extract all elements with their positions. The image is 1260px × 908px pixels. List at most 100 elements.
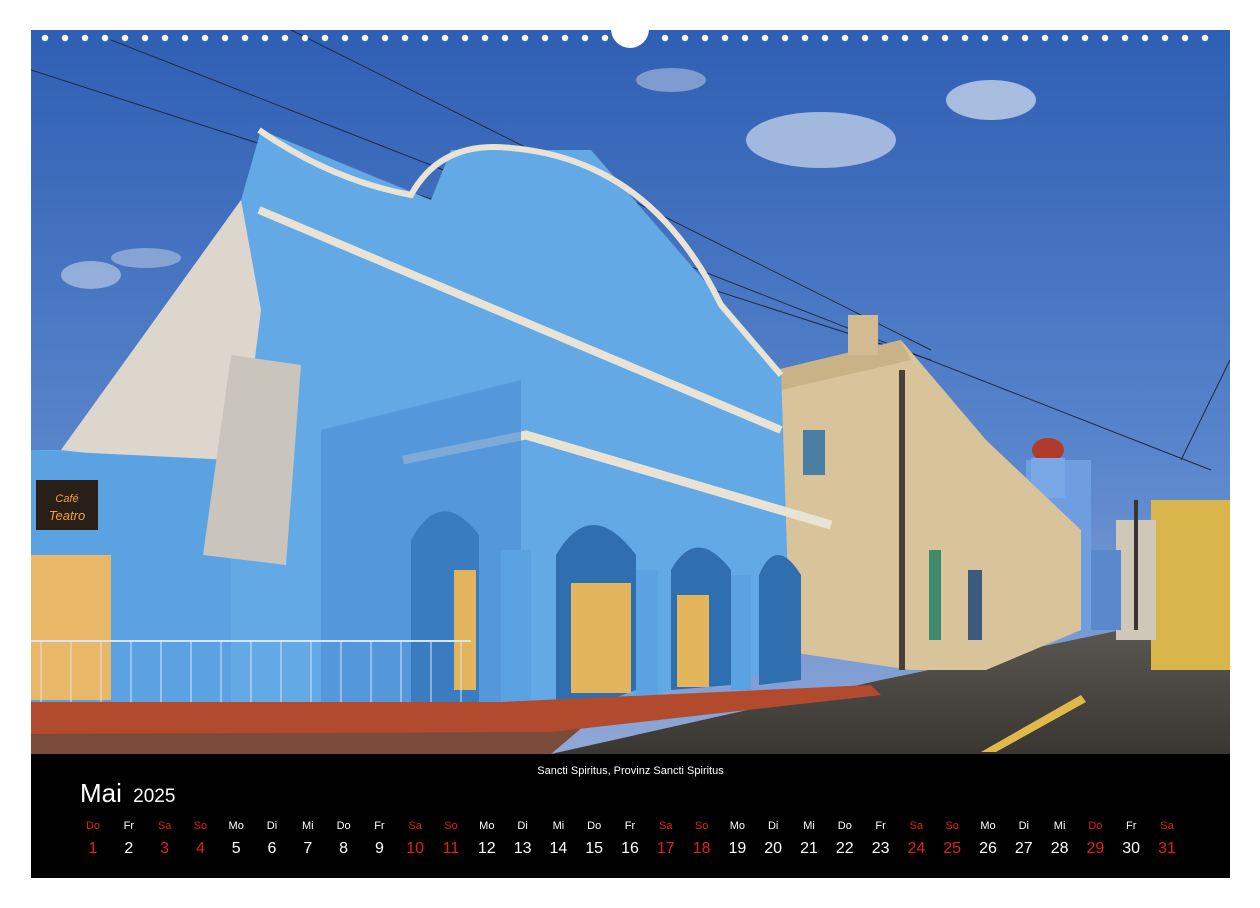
weekday-label: Di [767, 820, 779, 832]
binding-hole [161, 34, 169, 42]
weekday-label: Sa [909, 820, 924, 832]
day-number: 19 [728, 840, 747, 857]
binding-hole [781, 34, 789, 42]
binding-hole [141, 34, 149, 42]
binding-hole [1181, 34, 1189, 42]
day-number: 28 [1050, 840, 1069, 857]
binding-hole [381, 34, 389, 42]
weekday-label: Di [266, 820, 278, 832]
weekday-label: Mi [803, 820, 815, 832]
weekday-label: Sa [1160, 820, 1174, 832]
weekday-label: Di [1018, 820, 1029, 832]
day-number: 25 [943, 840, 962, 857]
day-number: 1 [88, 840, 98, 857]
binding-hole [981, 34, 989, 42]
month-year: 2025 [133, 786, 176, 807]
svg-text:Café: Café [55, 493, 78, 505]
binding-hole [301, 34, 309, 42]
binding-hole [401, 34, 409, 42]
binding-hole [901, 34, 909, 42]
day-number: 11 [442, 840, 460, 857]
binding-hole [1001, 34, 1009, 42]
binding-hole [1161, 34, 1169, 42]
weekday-label: Do [587, 820, 602, 832]
weekday-label: Do [85, 820, 101, 832]
svg-text:Teatro: Teatro [49, 508, 85, 523]
binding-hole [921, 34, 929, 42]
day-number: 29 [1086, 840, 1105, 857]
binding-hole [661, 34, 669, 42]
day-number: 14 [549, 840, 568, 857]
binding-hole [361, 34, 369, 42]
binding-hole [681, 34, 689, 42]
day-number: 6 [267, 840, 277, 857]
weekday-label: Do [837, 820, 852, 832]
weekday-label: So [444, 820, 458, 832]
binding-hole [1081, 34, 1089, 42]
binding-hole [581, 34, 589, 42]
weekday-label: Mo [980, 820, 996, 832]
day-number: 18 [692, 840, 711, 857]
binding-hole [721, 34, 729, 42]
weekday-label: Sa [157, 820, 172, 832]
day-number: 16 [621, 840, 639, 857]
binding-hole [341, 34, 349, 42]
weekday-label: Fr [123, 820, 134, 832]
weekday-label: Fr [1125, 820, 1137, 832]
weekday-label: Fr [875, 820, 886, 832]
binding-hole [521, 34, 529, 42]
day-number: 30 [1122, 840, 1141, 857]
day-number: 3 [160, 840, 170, 857]
day-number: 4 [195, 840, 205, 857]
day-number: 9 [374, 840, 384, 857]
binding-hole [1101, 34, 1109, 42]
binding-hole [1201, 34, 1209, 42]
binding-hole [321, 34, 329, 42]
binding-hole [881, 34, 889, 42]
binding-hole [241, 34, 249, 42]
day-number: 5 [231, 840, 241, 857]
binding-hole [761, 34, 769, 42]
calendar-strip: Do 1 Fr 2 Sa 3 So 4 Mo 5 Di 6 Mi 7 Do 8 Fr 9 Sa 10 So 11 Mo 12 D… [31, 818, 1230, 868]
calendar-page: Café Teatro Sancti Spiritus, Provinz San… [31, 30, 1230, 878]
weekday-label: So [945, 820, 959, 832]
weekday-label: Mo [228, 820, 244, 832]
binding-hole [961, 34, 969, 42]
binding-hole [741, 34, 749, 42]
day-number: 24 [907, 840, 926, 857]
binding-hole [61, 34, 69, 42]
binding-hole [201, 34, 209, 42]
cafe-teatro-sign: Café Teatro [36, 480, 98, 530]
binding-hole [81, 34, 89, 42]
binding-hole [421, 34, 429, 42]
weekday-label: So [193, 820, 208, 832]
day-number: 8 [339, 840, 349, 857]
binding-hole [1041, 34, 1049, 42]
weekday-label: Fr [374, 820, 385, 832]
binding-hole [1021, 34, 1029, 42]
binding-hole [181, 34, 189, 42]
binding-hole [1061, 34, 1069, 42]
binding-hole [561, 34, 569, 42]
day-number: 26 [979, 840, 997, 857]
day-number: 23 [871, 840, 890, 857]
day-number: 22 [835, 840, 854, 857]
weekday-label: Mi [552, 820, 565, 832]
binding-hole [261, 34, 269, 42]
weekday-label: Mo [479, 820, 495, 832]
binding-hole [481, 34, 489, 42]
weekday-label: So [694, 820, 709, 832]
binding-hole [941, 34, 949, 42]
binding-hole [821, 34, 829, 42]
day-number: 20 [764, 840, 783, 857]
day-number: 31 [1158, 840, 1176, 857]
binding-hole [461, 34, 469, 42]
day-number: 10 [406, 840, 425, 857]
binding-hole [841, 34, 849, 42]
day-number: 27 [1014, 840, 1033, 857]
weekday-label: Sa [659, 820, 673, 832]
binding-hole [281, 34, 289, 42]
binding-hole [541, 34, 549, 42]
day-number: 12 [477, 840, 496, 857]
weekday-label: Do [336, 820, 351, 832]
